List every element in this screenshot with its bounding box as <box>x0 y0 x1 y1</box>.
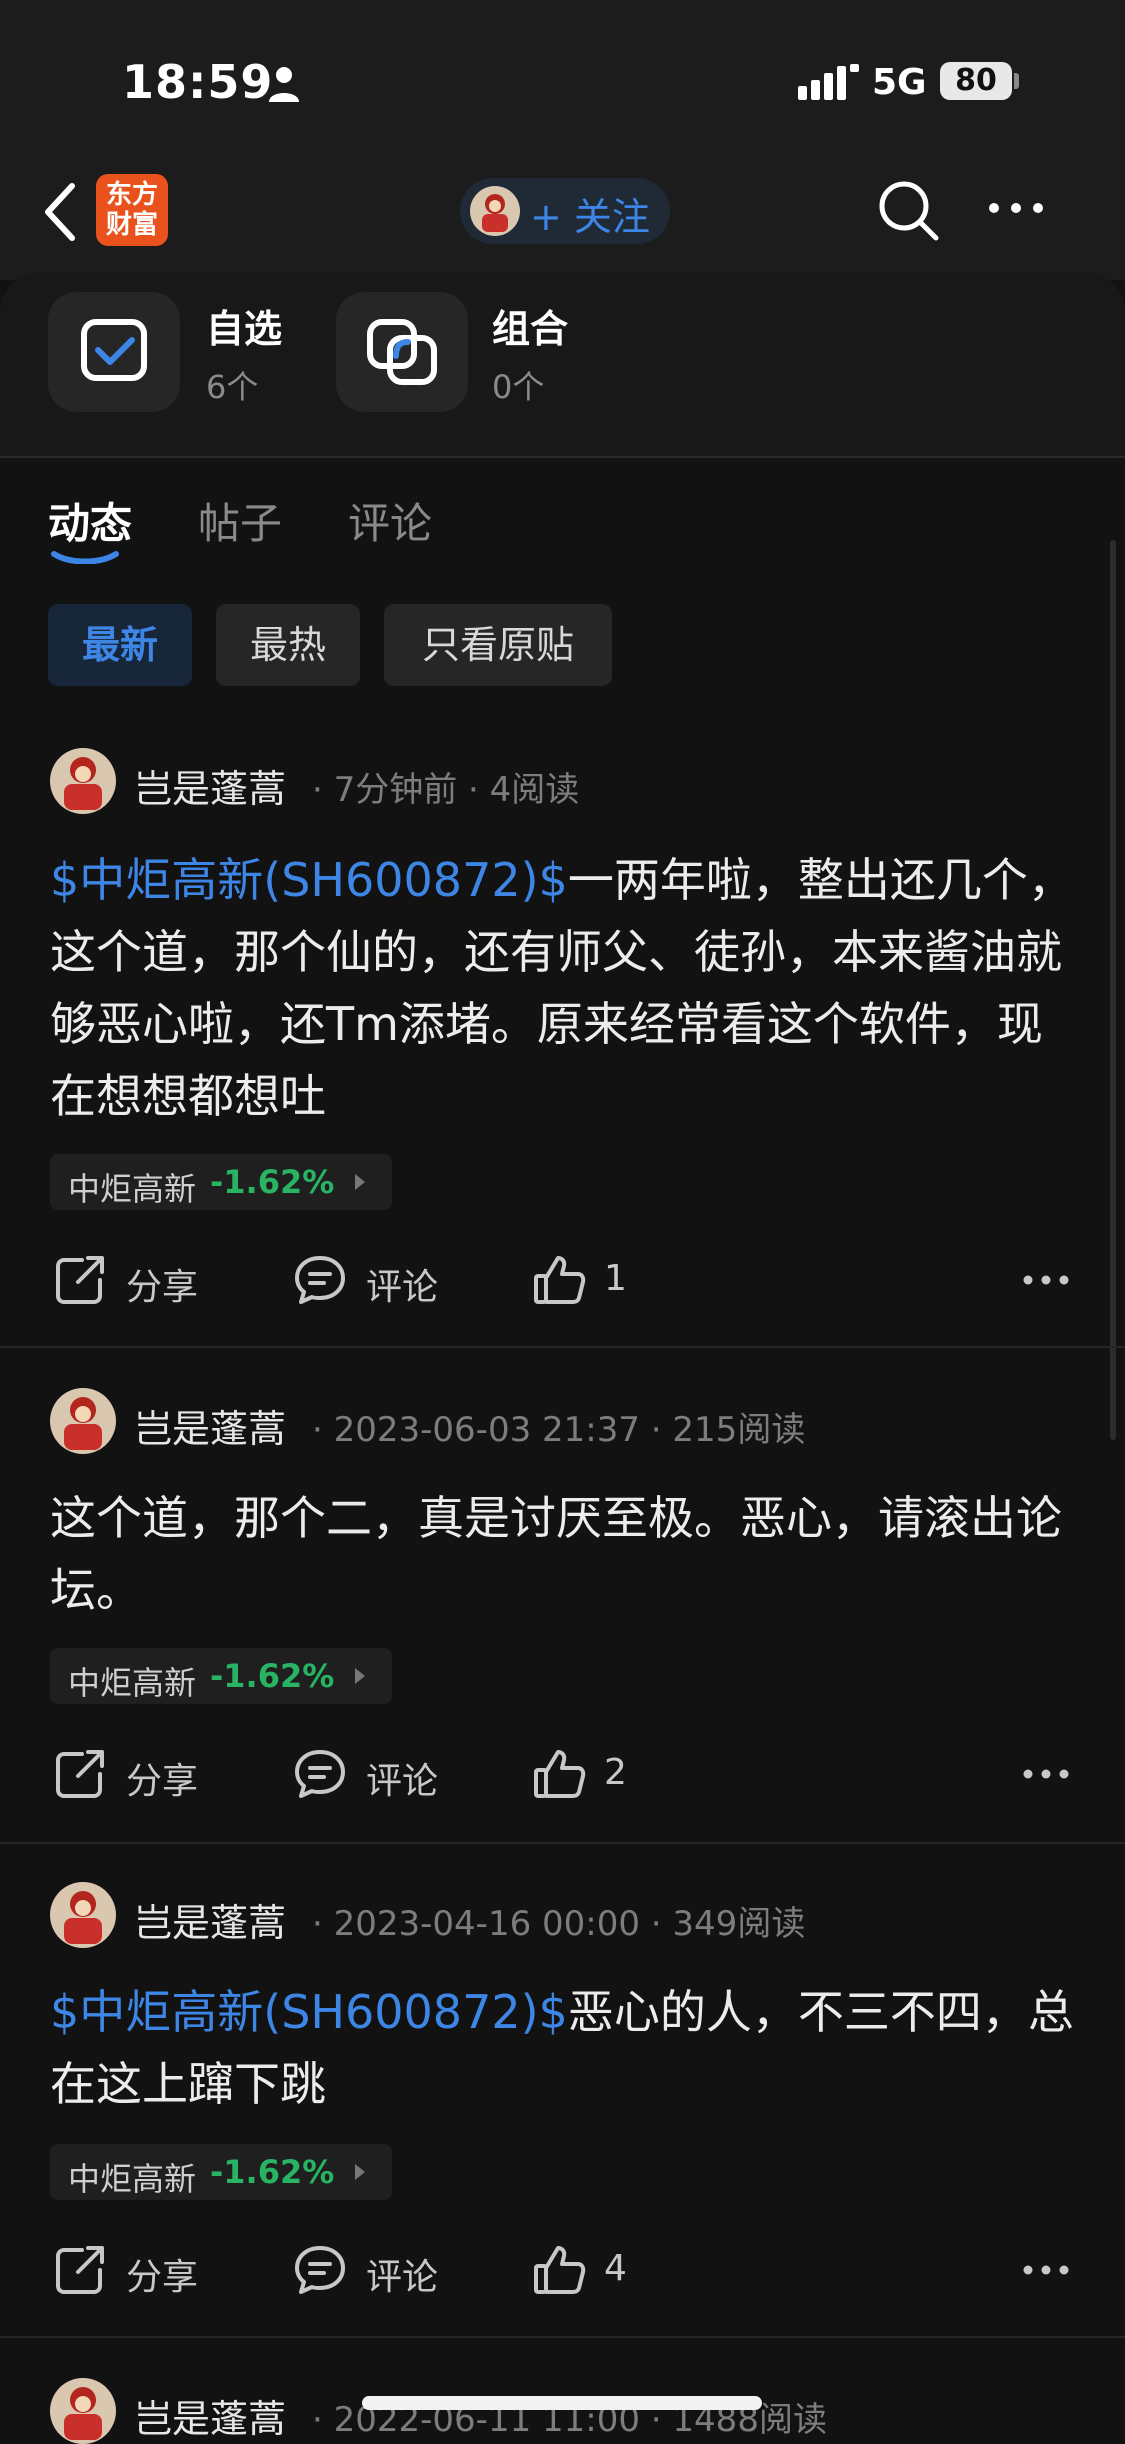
filter-original-only[interactable]: 只看原贴 <box>384 604 612 686</box>
thumbs-up-icon[interactable] <box>532 1252 588 1308</box>
stock-tag-change: -1.62% <box>210 1657 335 1695</box>
watchlist-count: 6个 <box>206 368 259 406</box>
comment-icon[interactable] <box>292 2242 348 2298</box>
like-count[interactable]: 1 <box>604 1258 627 1299</box>
author-name[interactable]: 岂是蓬蒿 <box>134 2388 286 2443</box>
app-logo[interactable]: 东方 财富 <box>96 174 168 246</box>
post-meta: · 2023-06-03 21:37 · 215阅读 <box>312 1410 806 1450</box>
user-avatar <box>470 186 520 236</box>
network-type: 5G <box>872 62 927 103</box>
stock-tag[interactable]: 中炬高新 -1.62% <box>50 1648 392 1704</box>
share-label[interactable]: 分享 <box>126 1752 198 1804</box>
stock-tag-name: 中炬高新 <box>68 1170 197 1208</box>
more-icon[interactable] <box>1022 1274 1070 1286</box>
logo-line2: 财富 <box>105 210 158 240</box>
stock-tag-name: 中炬高新 <box>68 1664 197 1702</box>
share-label[interactable]: 分享 <box>126 1258 198 1310</box>
search-icon[interactable] <box>876 178 940 242</box>
author-name[interactable]: 岂是蓬蒿 <box>134 1892 286 1947</box>
post-meta: · 7分钟前 · 4阅读 <box>312 770 580 810</box>
like-count[interactable]: 2 <box>604 1752 627 1793</box>
tab-comments[interactable]: 评论 <box>348 490 432 551</box>
scrollbar[interactable] <box>1110 540 1116 1440</box>
battery-cap <box>1014 73 1019 89</box>
author-avatar[interactable] <box>50 2378 116 2444</box>
watchlist-icon <box>81 319 147 381</box>
share-icon[interactable] <box>52 2242 108 2298</box>
stock-tag-name: 中炬高新 <box>68 2160 197 2198</box>
post-text: 这个道，那个二，真是讨厌至极。恶心，请滚出论坛。 <box>50 1491 1062 1617</box>
play-arrow-icon <box>355 1668 365 1684</box>
play-arrow-icon <box>355 2164 365 2180</box>
card-divider <box>0 456 1125 458</box>
comment-icon[interactable] <box>292 1252 348 1308</box>
comment-label[interactable]: 评论 <box>366 1258 438 1310</box>
signal-icon <box>798 64 859 100</box>
battery-level: 80 <box>940 62 1012 100</box>
portfolio-count: 0个 <box>492 368 545 406</box>
post-divider <box>0 1842 1125 1844</box>
post-body[interactable]: 这个道，那个二，真是讨厌至极。恶心，请滚出论坛。 <box>50 1482 1080 1626</box>
comment-icon[interactable] <box>292 1746 348 1802</box>
person-icon <box>269 67 299 102</box>
thumbs-up-icon[interactable] <box>532 2242 588 2298</box>
back-chevron-icon[interactable] <box>40 180 80 244</box>
thumbs-up-icon[interactable] <box>532 1746 588 1802</box>
logo-line1: 东方 <box>105 180 158 210</box>
author-name[interactable]: 岂是蓬蒿 <box>134 758 286 813</box>
share-icon[interactable] <box>52 1252 108 1308</box>
comment-label[interactable]: 评论 <box>366 1752 438 1804</box>
play-arrow-icon <box>355 1174 365 1190</box>
more-icon[interactable] <box>1022 2264 1070 2276</box>
tab-activity[interactable]: 动态 <box>48 490 132 551</box>
post-meta: · 2023-04-16 00:00 · 349阅读 <box>312 1904 806 1944</box>
home-indicator[interactable] <box>362 2396 762 2410</box>
watchlist-label[interactable]: 自选 <box>206 298 282 353</box>
more-icon[interactable] <box>986 200 1046 216</box>
author-avatar[interactable] <box>50 748 116 814</box>
stock-tag-change: -1.62% <box>210 2153 335 2191</box>
post-divider <box>0 2336 1125 2338</box>
stock-tag[interactable]: 中炬高新 -1.62% <box>50 1154 392 1210</box>
stock-tag[interactable]: 中炬高新 -1.62% <box>50 2144 392 2200</box>
status-time: 18:59 <box>122 55 274 109</box>
follow-label[interactable]: + 关注 <box>530 186 650 241</box>
portfolio-label[interactable]: 组合 <box>492 298 568 353</box>
filter-latest[interactable]: 最新 <box>48 604 192 686</box>
more-icon[interactable] <box>1022 1768 1070 1780</box>
filter-hottest[interactable]: 最热 <box>216 604 360 686</box>
like-count[interactable]: 4 <box>604 2248 627 2289</box>
tab-active-indicator <box>51 551 119 564</box>
comment-label[interactable]: 评论 <box>366 2248 438 2300</box>
stock-link[interactable]: $中炬高新(SH600872)$ <box>50 853 568 907</box>
post-body[interactable]: $中炬高新(SH600872)$恶心的人，不三不四，总在这上蹿下跳 <box>50 1976 1080 2120</box>
share-icon[interactable] <box>52 1746 108 1802</box>
author-avatar[interactable] <box>50 1882 116 1948</box>
stock-link[interactable]: $中炬高新(SH600872)$ <box>50 1985 568 2039</box>
portfolio-tile[interactable] <box>336 292 468 412</box>
author-name[interactable]: 岂是蓬蒿 <box>134 1398 286 1453</box>
tab-posts[interactable]: 帖子 <box>198 490 282 551</box>
post-body[interactable]: $中炬高新(SH600872)$一两年啦，整出还几个，这个道，那个仙的，还有师父… <box>50 844 1080 1132</box>
share-label[interactable]: 分享 <box>126 2248 198 2300</box>
author-avatar[interactable] <box>50 1388 116 1454</box>
watchlist-tile[interactable] <box>48 292 180 412</box>
post-divider <box>0 1346 1125 1348</box>
stock-tag-change: -1.62% <box>210 1163 335 1201</box>
portfolio-icon <box>367 319 437 385</box>
